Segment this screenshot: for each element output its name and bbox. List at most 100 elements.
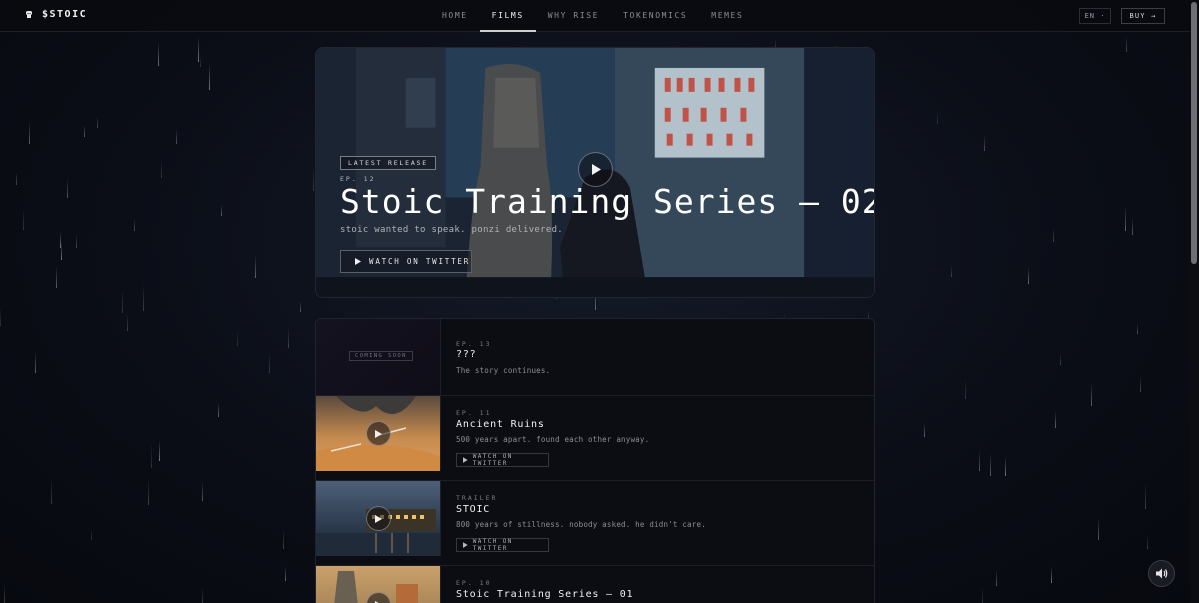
episode-row[interactable]: COMING SOON EP. 13 ??? The story continu… — [316, 319, 874, 396]
episode-list: COMING SOON EP. 13 ??? The story continu… — [315, 318, 875, 603]
logo-icon — [26, 10, 32, 18]
rain-streak — [995, 569, 997, 587]
watch-on-twitter-button[interactable]: WATCH ON TWITTER — [456, 453, 549, 467]
rain-streak — [67, 178, 69, 198]
rain-streak — [126, 312, 128, 331]
top-navbar: $STOIC HOME FILMS WHY RISE TOKENOMICS ME… — [0, 0, 1190, 32]
rain-streak — [1124, 205, 1126, 231]
rain-streak — [96, 115, 98, 129]
rain-streak — [0, 307, 2, 327]
rain-streak — [287, 327, 289, 348]
nav-memes[interactable]: MEMES — [699, 0, 755, 32]
episode-play-button[interactable] — [366, 421, 391, 446]
episode-thumbnail — [316, 396, 441, 471]
rain-streak — [217, 403, 219, 418]
rain-streak — [1147, 535, 1149, 550]
play-icon — [355, 258, 361, 265]
nav-tokenomics[interactable]: TOKENOMICS — [611, 0, 699, 32]
rain-streak — [951, 265, 953, 278]
rain-streak — [15, 172, 17, 185]
rain-streak — [936, 111, 938, 125]
hero-title: Stoic Training Series — 02 — [340, 182, 875, 221]
episode-description: The story continues. — [456, 366, 551, 375]
rain-streak — [1139, 376, 1141, 393]
rain-streak — [1059, 353, 1061, 365]
rain-streak — [28, 121, 30, 145]
rain-streak — [148, 479, 150, 506]
latest-release-badge: LATEST RELEASE — [340, 156, 436, 170]
rain-streak — [254, 255, 256, 278]
rain-streak — [1050, 565, 1052, 583]
nav-films[interactable]: FILMS — [479, 0, 536, 32]
rain-streak — [83, 125, 85, 138]
watch-on-twitter-button[interactable]: WATCH ON TWITTER — [456, 538, 549, 552]
episode-description: 800 years of stillness. nobody asked. he… — [456, 520, 706, 529]
rain-streak — [150, 442, 152, 469]
logo[interactable]: $STOIC — [24, 9, 87, 20]
rain-streak — [133, 218, 135, 231]
play-icon — [375, 514, 382, 523]
episode-row[interactable]: EP. 11 Ancient Ruins 500 years apart. fo… — [316, 396, 874, 481]
scrollbar-thumb[interactable] — [1191, 2, 1197, 264]
hero-latest-release: LATEST RELEASE EP. 12 Stoic Training Ser… — [315, 47, 875, 298]
coming-soon-badge: COMING SOON — [349, 351, 413, 361]
rain-streak — [158, 440, 160, 461]
play-icon — [591, 164, 601, 175]
watch-button-label: WATCH ON TWITTER — [472, 453, 513, 467]
rain-streak — [22, 208, 24, 230]
rain-streak — [61, 241, 63, 261]
scrollbar[interactable] — [1190, 0, 1199, 603]
rain-streak — [1137, 323, 1138, 334]
episode-title: ??? — [456, 349, 477, 360]
episode-thumbnail — [316, 566, 441, 603]
sound-icon — [1155, 568, 1167, 579]
rain-streak — [1052, 227, 1054, 243]
nav-home[interactable]: HOME — [430, 0, 480, 32]
episode-row[interactable]: EP. 10 Stoic Training Series — 01 — [316, 566, 874, 603]
rain-streak — [1090, 381, 1092, 406]
rain-streak — [982, 586, 983, 603]
rain-streak — [60, 232, 62, 249]
rain-streak — [965, 378, 967, 399]
rain-streak — [175, 128, 177, 144]
rain-streak — [198, 36, 200, 62]
episode-row[interactable]: TRAILER STOIC 800 years of stillness. no… — [316, 481, 874, 566]
main-nav: HOME FILMS WHY RISE TOKENOMICS MEMES — [430, 0, 755, 32]
rain-streak — [201, 480, 203, 502]
episode-number: EP. 11 — [456, 409, 492, 417]
rain-streak — [220, 205, 222, 216]
rain-streak — [1098, 516, 1100, 541]
episode-thumbnail — [316, 481, 441, 556]
sound-toggle-button[interactable] — [1148, 560, 1175, 587]
buy-button[interactable]: BUY → — [1121, 8, 1165, 24]
episode-number: TRAILER — [456, 494, 498, 502]
rain-streak — [75, 234, 77, 249]
language-selector[interactable]: EN · — [1079, 8, 1111, 24]
episode-play-button[interactable] — [366, 506, 391, 531]
rain-streak — [282, 530, 284, 549]
rain-streak — [924, 423, 926, 437]
rain-streak — [201, 586, 203, 603]
episode-title: Stoic Training Series — 01 — [456, 589, 634, 600]
play-icon — [463, 457, 468, 463]
logo-text: $STOIC — [42, 9, 88, 20]
episode-thumbnail: COMING SOON — [316, 319, 441, 395]
hero-subtitle: stoic wanted to speak. ponzi delivered. — [340, 225, 564, 235]
watch-button-label: WATCH ON TWITTER — [472, 538, 513, 552]
episode-number: EP. 13 — [456, 340, 492, 348]
rain-streak — [268, 351, 270, 373]
rain-streak — [300, 300, 302, 313]
episode-description: 500 years apart. found each other anyway… — [456, 435, 650, 444]
nav-why-rise[interactable]: WHY RISE — [536, 0, 611, 32]
episode-title: STOIC — [456, 504, 491, 515]
rain-streak — [158, 42, 160, 66]
rain-streak — [4, 582, 6, 603]
rain-streak — [284, 566, 286, 581]
rain-streak — [983, 134, 985, 152]
rain-streak — [161, 160, 163, 179]
rain-streak — [122, 288, 124, 313]
episode-title: Ancient Ruins — [456, 419, 545, 430]
rain-streak — [91, 528, 93, 540]
rain-streak — [978, 451, 980, 471]
watch-on-twitter-button[interactable]: WATCH ON TWITTER — [340, 250, 472, 273]
